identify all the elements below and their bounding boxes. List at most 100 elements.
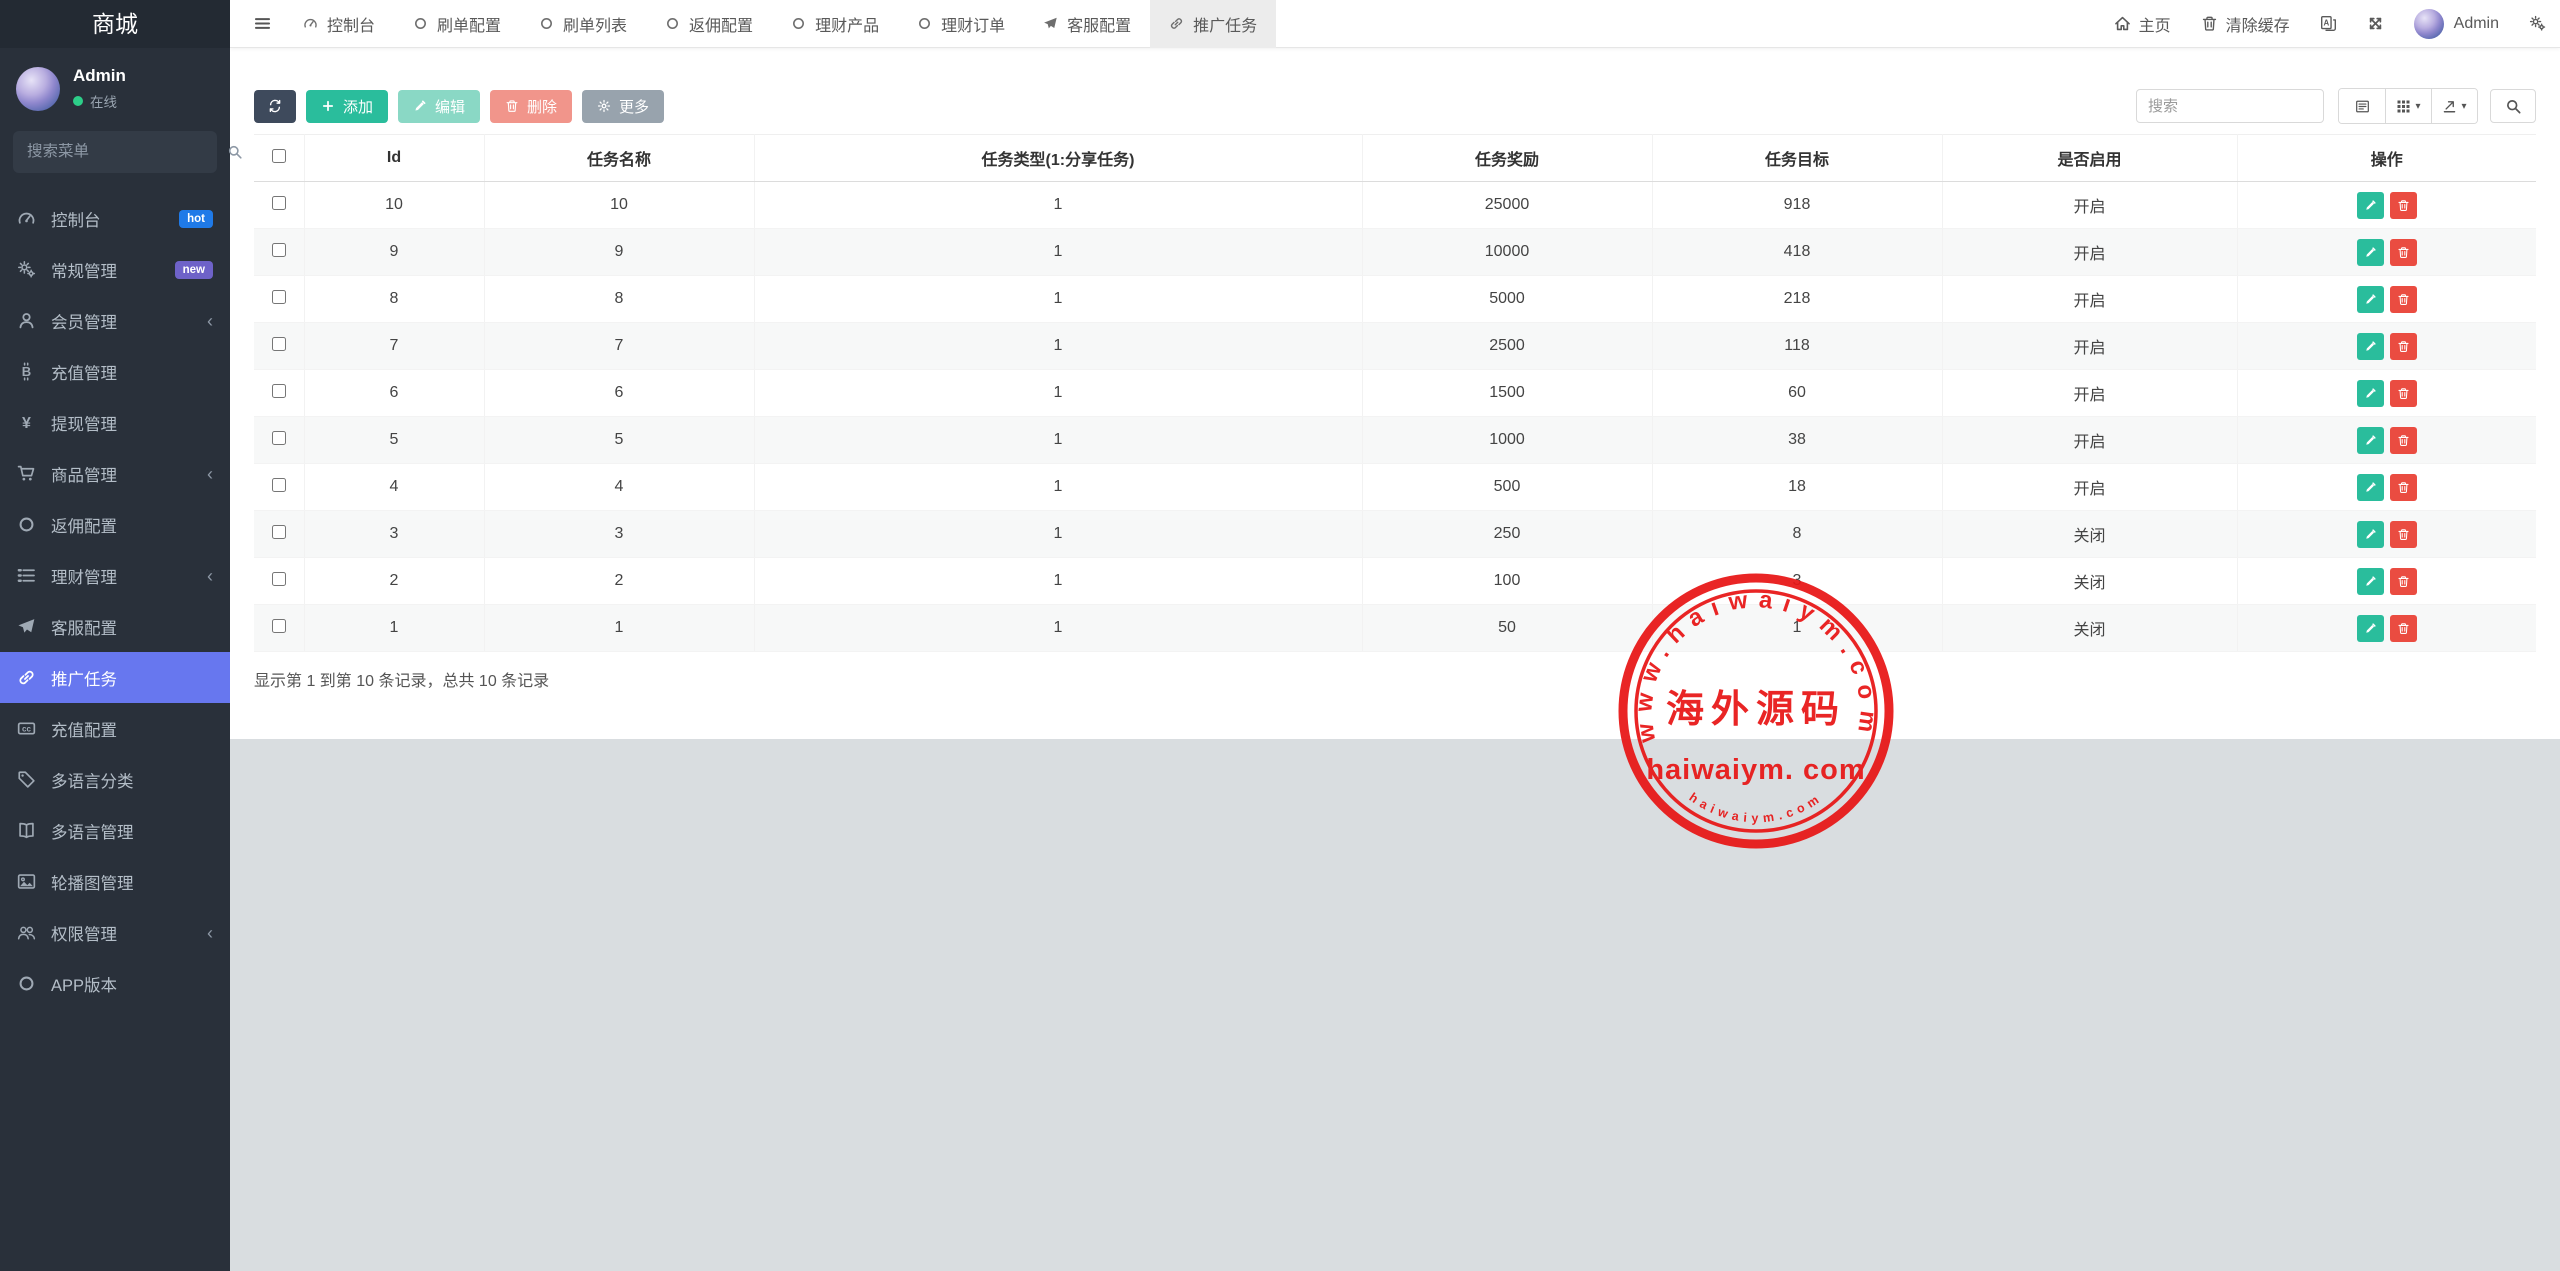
row-checkbox[interactable] <box>272 290 286 304</box>
sidebar-item[interactable]: 多语言分类 <box>0 754 230 805</box>
sidebar-item-label: 提现管理 <box>51 411 117 435</box>
nav-tab[interactable]: 理财产品 <box>772 0 898 48</box>
cell-actions <box>2237 182 2536 229</box>
row-delete-button[interactable] <box>2390 474 2417 501</box>
table-search-input[interactable] <box>2136 89 2324 123</box>
cell-task-target: 8 <box>1652 511 1942 558</box>
row-checkbox[interactable] <box>272 525 286 539</box>
row-delete-button[interactable] <box>2390 380 2417 407</box>
row-checkbox[interactable] <box>272 572 286 586</box>
translate-button[interactable] <box>2320 15 2337 32</box>
select-all-checkbox[interactable] <box>272 149 286 163</box>
cc-icon <box>17 719 36 738</box>
row-edit-button[interactable] <box>2357 286 2384 313</box>
row-delete-button[interactable] <box>2390 333 2417 360</box>
row-edit-button[interactable] <box>2357 427 2384 454</box>
row-edit-button[interactable] <box>2357 192 2384 219</box>
row-edit-button[interactable] <box>2357 474 2384 501</box>
home-link[interactable]: 主页 <box>2114 12 2171 36</box>
row-checkbox[interactable] <box>272 196 286 210</box>
trash-icon <box>2397 622 2410 635</box>
user-status: 在线 <box>90 91 117 111</box>
table-row: 551100038开启 <box>254 417 2536 464</box>
row-checkbox[interactable] <box>272 478 286 492</box>
nav-tab-label: 刷单列表 <box>563 12 627 36</box>
row-delete-button[interactable] <box>2390 192 2417 219</box>
export-button[interactable]: ▾ <box>2431 89 2477 123</box>
top-navbar: 控制台刷单配置刷单列表返佣配置理财产品理财订单客服配置推广任务 主页 清除缓存 … <box>230 0 2560 48</box>
sidebar-item[interactable]: 返佣配置 <box>0 499 230 550</box>
nav-tab[interactable]: 客服配置 <box>1024 0 1150 48</box>
columns-button[interactable]: ▾ <box>2385 89 2431 123</box>
pencil-icon <box>2364 387 2377 400</box>
edit-button[interactable]: 编辑 <box>398 90 480 123</box>
row-delete-button[interactable] <box>2390 615 2417 642</box>
nav-tab[interactable]: 控制台 <box>284 0 394 48</box>
row-delete-button[interactable] <box>2390 286 2417 313</box>
sidebar-item[interactable]: 轮播图管理 <box>0 856 230 907</box>
more-button[interactable]: 更多 <box>582 90 664 123</box>
sidebar-item[interactable]: 客服配置 <box>0 601 230 652</box>
row-checkbox[interactable] <box>272 619 286 633</box>
sidebar-item[interactable]: 常规管理new <box>0 244 230 295</box>
sidebar-item[interactable]: 提现管理 <box>0 397 230 448</box>
cell-actions <box>2237 370 2536 417</box>
sidebar-item[interactable]: 理财管理‹ <box>0 550 230 601</box>
sidebar-search-input[interactable] <box>27 143 227 161</box>
row-delete-button[interactable] <box>2390 239 2417 266</box>
row-edit-button[interactable] <box>2357 568 2384 595</box>
column-header: 任务目标 <box>1652 135 1942 182</box>
pencil-icon <box>2364 340 2377 353</box>
menu-toggle-button[interactable] <box>240 0 284 48</box>
cell-task-name: 2 <box>484 558 754 605</box>
sidebar-item[interactable]: 权限管理‹ <box>0 907 230 958</box>
fullscreen-button[interactable] <box>2367 15 2384 32</box>
sidebar-item[interactable]: 商品管理‹ <box>0 448 230 499</box>
row-checkbox[interactable] <box>272 384 286 398</box>
row-delete-button[interactable] <box>2390 521 2417 548</box>
sidebar-item[interactable]: APP版本 <box>0 958 230 1009</box>
row-checkbox[interactable] <box>272 431 286 445</box>
nav-tab[interactable]: 推广任务 <box>1150 0 1276 48</box>
add-button[interactable]: 添加 <box>306 90 388 123</box>
search-toggle-button[interactable] <box>2490 89 2536 123</box>
sidebar-item[interactable]: 会员管理‹ <box>0 295 230 346</box>
cell-id: 8 <box>304 276 484 323</box>
circle-icon <box>413 16 428 31</box>
nav-tab[interactable]: 理财订单 <box>898 0 1024 48</box>
row-delete-button[interactable] <box>2390 568 2417 595</box>
row-delete-button[interactable] <box>2390 427 2417 454</box>
export-icon <box>2442 99 2457 114</box>
sidebar-item[interactable]: 多语言管理 <box>0 805 230 856</box>
settings-button[interactable] <box>2529 15 2546 32</box>
row-edit-button[interactable] <box>2357 615 2384 642</box>
row-checkbox[interactable] <box>272 243 286 257</box>
sidebar-item[interactable]: 推广任务 <box>0 652 230 703</box>
sidebar-search[interactable] <box>13 131 217 173</box>
pagination-toggle-button[interactable] <box>2339 89 2385 123</box>
sidebar-item[interactable]: 充值配置 <box>0 703 230 754</box>
sidebar-item[interactable]: 充值管理 <box>0 346 230 397</box>
delete-button[interactable]: 删除 <box>490 90 572 123</box>
row-edit-button[interactable] <box>2357 239 2384 266</box>
sidebar-item-label: 控制台 <box>51 207 101 231</box>
user-menu[interactable]: Admin <box>2414 9 2499 39</box>
row-checkbox[interactable] <box>272 337 286 351</box>
nav-tab[interactable]: 返佣配置 <box>646 0 772 48</box>
cell-id: 4 <box>304 464 484 511</box>
sidebar-item[interactable]: 控制台hot <box>0 193 230 244</box>
clear-cache-link[interactable]: 清除缓存 <box>2201 12 2290 36</box>
nav-tab[interactable]: 刷单列表 <box>520 0 646 48</box>
cell-task-name: 7 <box>484 323 754 370</box>
nav-tab[interactable]: 刷单配置 <box>394 0 520 48</box>
row-edit-button[interactable] <box>2357 333 2384 360</box>
circle-icon <box>791 16 806 31</box>
cell-task-type: 1 <box>754 229 1362 276</box>
cell-actions <box>2237 229 2536 276</box>
refresh-button[interactable] <box>254 90 296 123</box>
sidebar-item-label: 充值管理 <box>51 360 117 384</box>
cell-task-type: 1 <box>754 323 1362 370</box>
stamp-domain-text: haiwaiym. com <box>1646 754 1865 786</box>
row-edit-button[interactable] <box>2357 380 2384 407</box>
row-edit-button[interactable] <box>2357 521 2384 548</box>
